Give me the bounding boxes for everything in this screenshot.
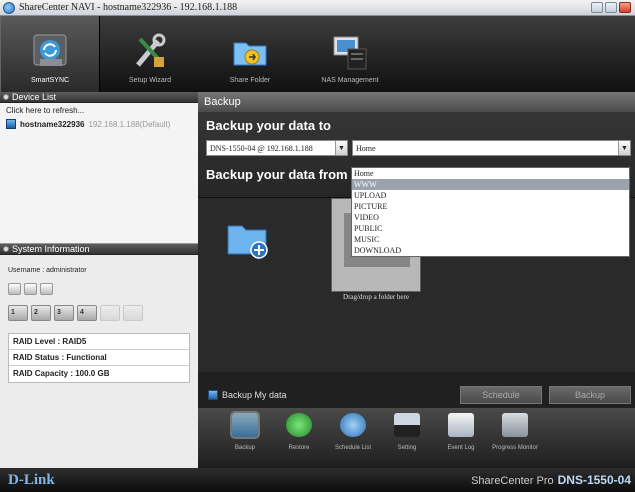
tool-event-log[interactable]: Event Log [434,408,488,468]
backup-to-title: Backup your data to [206,118,331,133]
refresh-link[interactable]: Click here to refresh... [0,103,198,115]
minimize-button[interactable] [591,2,603,13]
disk-2-icon: 2 [31,305,51,321]
device-list-header: Device List [0,92,198,103]
close-button[interactable] [619,2,631,13]
nas-icon [333,36,367,70]
title-bar: ShareCenter NAVI - hostname322936 - 192.… [0,0,635,16]
nav-setup-wizard[interactable]: Setup Wizard [100,16,200,92]
raid-level: RAID Level : RAID5 [9,334,189,350]
device-list-panel: Device List Click here to refresh... hos… [0,92,198,244]
share-option-music[interactable]: MUSIC [352,234,629,245]
share-option-www[interactable]: WWW [352,179,629,190]
window-title: ShareCenter NAVI - hostname322936 - 192.… [19,2,238,13]
settings-icon[interactable] [40,283,53,295]
drag-hint: Drag/drop a folder here [343,293,409,301]
disk-1-icon: 1 [8,305,28,321]
progress-monitor-icon [502,413,528,437]
schedule-button[interactable]: Schedule [460,386,542,404]
system-icons [0,274,198,295]
backup-panel: Backup Backup your data to DNS-1550-04 @… [198,92,635,408]
backup-icon [230,411,260,439]
share-dropdown-list: Home WWW UPLOAD PICTURE VIDEO PUBLIC MUS… [351,167,630,257]
nav-smartsync-label: SmartSYNC [30,77,70,84]
left-sidebar: Device List Click here to refresh... hos… [0,92,198,468]
device-item[interactable]: hostname322936 192.168.1.188(Default) [6,119,198,129]
footer: D-Link ShareCenter Pro DNS-1550-04 [0,468,635,492]
disk-6-icon [123,305,143,321]
backup-my-data-label: Backup My data [222,390,287,400]
chevron-down-icon[interactable]: ▼ [618,141,630,155]
target-selectors: DNS-1550-04 @ 192.168.1.188 ▼ Home ▼ [198,137,635,161]
device-ip: 192.168.1.188(Default) [88,119,171,129]
schedule-list-icon [340,413,366,437]
maximize-button[interactable] [605,2,617,13]
smartsync-icon [33,34,67,66]
tool-progress-monitor[interactable]: Progress Monitor [488,408,542,468]
share-select[interactable]: Home ▼ [352,140,631,156]
nav-share-folder-label: Share Folder [229,77,271,84]
top-nav: SmartSYNC Setup Wizard Share Folder NAS … [0,16,635,92]
share-option-upload[interactable]: UPLOAD [352,190,629,201]
setting-icon [394,413,420,437]
disk-5-icon [100,305,120,321]
tool-setting[interactable]: Setting [380,408,434,468]
nav-nas-management[interactable]: NAS Management [300,16,400,92]
raid-info: RAID Level : RAID5 RAID Status : Functio… [8,333,190,383]
raid-capacity: RAID Capacity : 100.0 GB [13,369,110,378]
backup-my-data-checkbox[interactable] [208,390,218,400]
nav-share-folder[interactable]: Share Folder [200,16,300,92]
disk-4-icon: 4 [77,305,97,321]
product-model: DNS-1550-04 [557,473,631,487]
backup-header: Backup [198,92,635,112]
device-select[interactable]: DNS-1550-04 @ 192.168.1.188 ▼ [206,140,348,156]
backup-actions: Backup My data Schedule Backup [198,382,635,408]
tool-bar: Backup Restore Schedule List Setting Eve… [198,408,635,468]
share-folder-icon [233,42,267,66]
system-info-header: System Information [0,244,198,255]
product-brand: ShareCenter Pro DNS-1550-04 [471,473,631,487]
tool-backup[interactable]: Backup [218,408,272,468]
share-option-video[interactable]: VIDEO [352,212,629,223]
product-name: ShareCenter Pro [471,475,554,487]
tool-schedule-list[interactable]: Schedule List [326,408,380,468]
restore-icon [286,413,312,437]
tool-restore[interactable]: Restore [272,408,326,468]
nav-smartsync[interactable]: SmartSYNC [0,16,100,92]
share-option-picture[interactable]: PICTURE [352,201,629,212]
app-icon [3,1,15,14]
collapse-icon[interactable] [3,246,9,252]
device-name: hostname322936 [20,119,85,129]
chevron-down-icon[interactable]: ▼ [335,141,347,155]
network-icon[interactable] [8,283,21,295]
system-info-panel: System Information Username : administra… [0,244,198,467]
nav-nas-management-label: NAS Management [321,77,379,84]
collapse-icon[interactable] [3,94,9,100]
disk-list: 1 2 3 4 [0,295,198,321]
dlink-logo: D-Link [8,472,55,488]
event-log-icon [448,413,474,437]
device-icon [6,119,16,129]
raid-status: RAID Status : Functional [9,350,189,366]
share-option-public[interactable]: PUBLIC [352,223,629,234]
username-label: Username : administrator [8,267,87,274]
backup-button[interactable]: Backup [549,386,631,404]
share-option-download[interactable]: DOWNLOAD [352,245,629,256]
info-icon[interactable] [24,283,37,295]
nav-setup-wizard-label: Setup Wizard [128,77,172,84]
share-option-home[interactable]: Home [352,168,629,179]
add-folder-icon[interactable] [226,220,270,260]
disk-3-icon: 3 [54,305,74,321]
wrench-icon [136,33,166,67]
window-controls [591,2,631,13]
